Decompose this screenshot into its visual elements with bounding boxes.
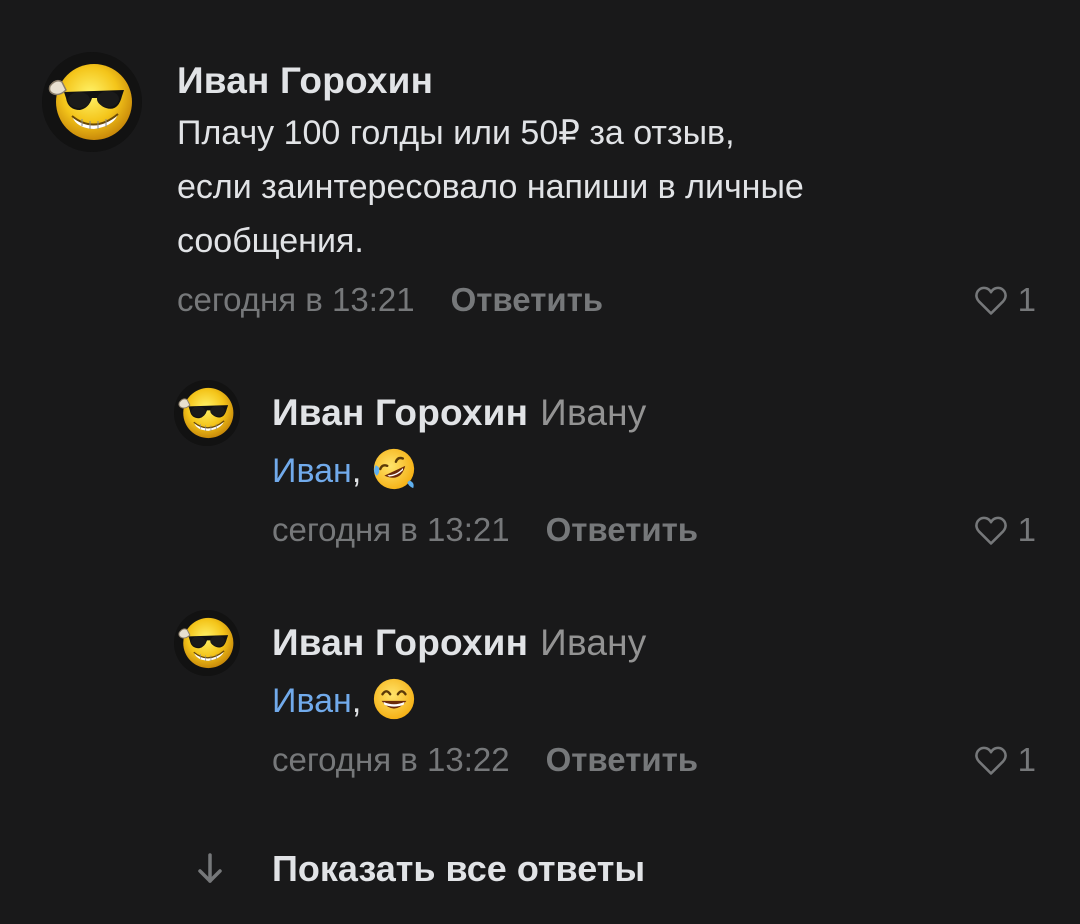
reply-to[interactable]: Ивану (540, 622, 646, 663)
like-count: 1 (1017, 511, 1036, 548)
show-all-replies-label: Показать все ответы (272, 848, 646, 889)
like-button[interactable]: 1 (974, 511, 1036, 549)
comment-text-line: если заинтересовало напиши в личные (177, 168, 804, 206)
reply-meta: сегодня в 13:21 Ответить (272, 511, 698, 549)
like-button[interactable]: 1 (974, 741, 1036, 779)
mention-separator: , (351, 452, 362, 490)
like-count: 1 (1017, 741, 1036, 778)
heart-icon (974, 286, 1007, 315)
reply-time: сегодня в 13:21 (272, 511, 510, 548)
show-all-replies-button[interactable]: Показать все ответы (190, 848, 645, 890)
rolling-on-floor-laughing-icon (374, 448, 415, 490)
mention-link[interactable]: Иван (272, 452, 352, 490)
comment-text-line: сообщения. (177, 222, 364, 260)
heart-icon (974, 516, 1007, 545)
reply-button[interactable]: Ответить (546, 511, 699, 548)
reply-author-name[interactable]: Иван Горохин (272, 392, 528, 433)
comment: Иван Горохин Плачу 100 голды или 50₽ за … (0, 0, 1080, 330)
sunglasses-smiley-icon (174, 380, 240, 446)
comment-meta: сегодня в 13:21 Ответить (177, 281, 603, 319)
reply: Иван Горохин Ивану Иван, сегодня в 13:21 О… (0, 370, 1080, 560)
mention-link[interactable]: Иван (272, 682, 352, 720)
avatar[interactable] (174, 610, 240, 676)
reply-button[interactable]: Ответить (451, 281, 604, 318)
reply-author: Иван Горохин Ивану (272, 392, 647, 434)
reply-text: Иван, (272, 444, 417, 498)
reply-meta: сегодня в 13:22 Ответить (272, 741, 698, 779)
sunglasses-smiley-icon (174, 610, 240, 676)
comment-text: Плачу 100 голды или 50₽ за отзыв, если з… (177, 106, 804, 268)
mention-separator: , (351, 682, 362, 720)
reply-to[interactable]: Ивану (540, 392, 646, 433)
comment-time: сегодня в 13:21 (177, 281, 415, 318)
like-count: 1 (1017, 281, 1036, 318)
heart-icon (974, 746, 1007, 775)
like-button[interactable]: 1 (974, 281, 1036, 319)
arrow-down-icon (198, 853, 222, 883)
reply-button[interactable]: Ответить (546, 741, 699, 778)
reply-author: Иван Горохин Ивану (272, 622, 647, 664)
reply-author-name[interactable]: Иван Горохин (272, 622, 528, 663)
comment-author[interactable]: Иван Горохин (177, 60, 433, 102)
reply: Иван Горохин Ивану Иван, сегодня в 13:22 О… (0, 600, 1080, 790)
reply-text: Иван, (272, 674, 417, 728)
avatar[interactable] (42, 52, 142, 152)
avatar[interactable] (174, 380, 240, 446)
comment-text-line: Плачу 100 голды или 50₽ за отзыв, (177, 114, 735, 152)
sunglasses-smiley-icon (42, 52, 142, 152)
reply-time: сегодня в 13:22 (272, 741, 510, 778)
grinning-smiley-icon (374, 678, 415, 720)
